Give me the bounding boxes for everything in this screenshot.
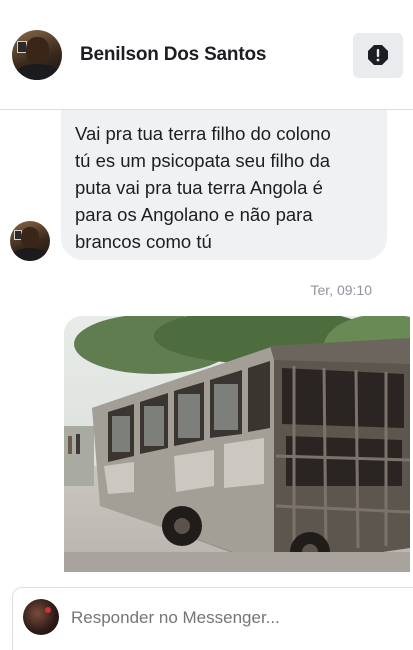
exclamation-octagon-icon [368, 45, 388, 65]
info-button[interactable] [353, 33, 403, 78]
avatar-accent [45, 607, 51, 613]
avatar-shirt [12, 248, 48, 261]
contact-name[interactable]: Benilson Dos Santos [80, 44, 266, 66]
avatar-face [20, 226, 40, 248]
contact-avatar[interactable] [12, 30, 62, 80]
sender-avatar[interactable] [10, 221, 50, 261]
reply-input[interactable] [71, 608, 371, 628]
message-timestamp: Ter, 09:10 [310, 282, 373, 298]
avatar-shirt [14, 64, 60, 80]
user-avatar [23, 599, 59, 635]
message-bubble[interactable]: Vai pra tua terra filho do colono tú es … [61, 110, 387, 260]
burned-bus-image [64, 316, 410, 572]
avatar-face [25, 37, 49, 63]
reply-composer[interactable] [12, 587, 413, 650]
conversation-header: Benilson Dos Santos [0, 0, 413, 110]
message-text: Vai pra tua terra filho do colono tú es … [75, 123, 331, 252]
attached-photo[interactable] [64, 316, 410, 572]
